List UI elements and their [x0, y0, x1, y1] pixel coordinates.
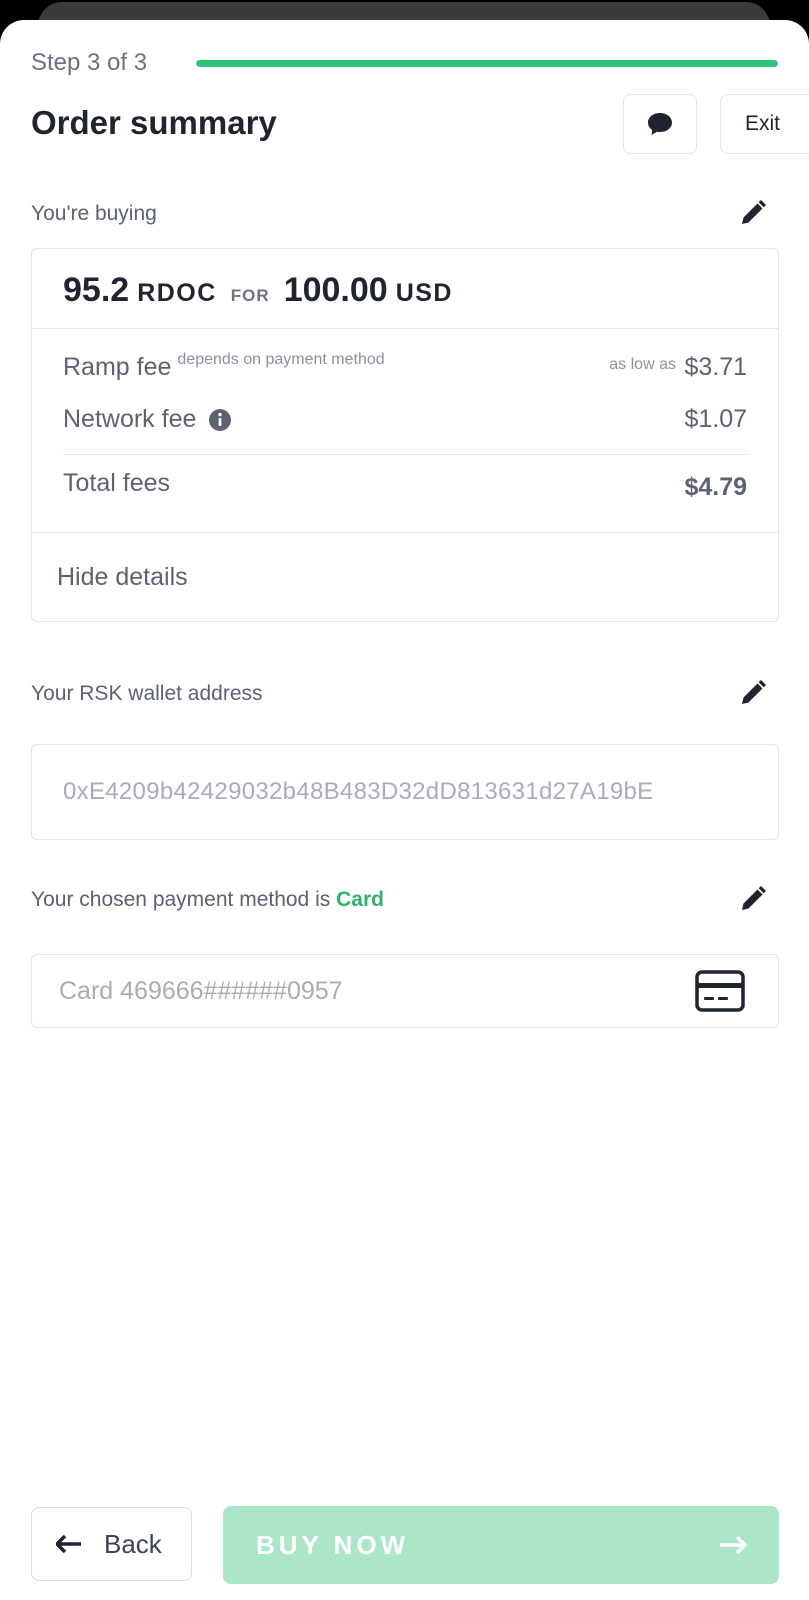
total-fees-row: Total fees $4.79: [63, 469, 747, 501]
fees-breakdown: Ramp fee depends on payment method as lo…: [32, 329, 778, 533]
payment-section-label: Your chosen payment method is Card: [31, 888, 384, 912]
total-fees-value: $4.79: [684, 473, 747, 501]
ramp-fee-note: depends on payment method: [177, 350, 385, 368]
ramp-fee-label: Ramp fee: [63, 353, 172, 381]
edit-payment-icon[interactable]: [738, 884, 768, 914]
buy-now-label: BUY NOW: [256, 1529, 410, 1560]
network-fee-row: Network fee $1.07: [63, 405, 747, 434]
exit-button[interactable]: Exit: [720, 94, 809, 154]
credit-card-icon: [695, 970, 745, 1012]
edit-buying-icon[interactable]: [738, 198, 768, 228]
crypto-currency: RDOC: [137, 279, 217, 307]
wallet-address-field: 0xE4209b42429032b48B483D32dD813631d27A19…: [31, 744, 779, 840]
progress-bar-fill: [196, 59, 778, 67]
buying-section-label: You're buying: [31, 202, 157, 225]
chat-button[interactable]: [623, 94, 697, 154]
wallet-section-label: Your RSK wallet address: [31, 682, 263, 705]
arrow-right-icon: [720, 1535, 747, 1555]
edit-wallet-icon[interactable]: [738, 678, 768, 708]
step-indicator: Step 3 of 3: [31, 48, 778, 78]
purchase-line: 95.2 RDOC FOR 100.00 USD: [32, 249, 778, 329]
fees-divider: [63, 454, 747, 455]
order-summary-sheet: Step 3 of 3 Order summary Exit You're bu…: [0, 20, 809, 1600]
order-details-card: 95.2 RDOC FOR 100.00 USD Ramp fee depend…: [31, 248, 779, 622]
network-fee-value: $1.07: [684, 405, 747, 433]
total-fees-label: Total fees: [63, 469, 171, 497]
step-label: Step 3 of 3: [31, 49, 148, 76]
back-button[interactable]: Back: [31, 1507, 192, 1581]
progress-bar: [196, 59, 778, 67]
card-number: Card 469666######0957: [59, 976, 343, 1005]
info-icon[interactable]: [208, 408, 232, 432]
for-label: FOR: [230, 286, 270, 305]
ramp-fee-value: $3.71: [684, 353, 747, 381]
network-fee-label: Network fee: [63, 405, 197, 433]
arrow-left-icon: [56, 1535, 81, 1553]
hide-details-toggle[interactable]: Hide details: [32, 533, 778, 621]
payment-label-prefix: Your chosen payment method is: [31, 888, 331, 911]
fiat-amount: 100.00: [283, 271, 388, 309]
chat-bubble-icon: [648, 113, 672, 135]
fiat-currency: USD: [395, 279, 453, 307]
payment-method-name: Card: [336, 888, 384, 911]
payment-card-field: Card 469666######0957: [31, 954, 779, 1028]
crypto-amount: 95.2: [63, 271, 130, 309]
back-label: Back: [104, 1528, 162, 1559]
ramp-fee-prefix: as low as: [609, 356, 676, 373]
page-title: Order summary: [31, 104, 277, 141]
ramp-fee-row: Ramp fee depends on payment method as lo…: [63, 350, 747, 382]
buy-now-button[interactable]: BUY NOW: [223, 1506, 779, 1584]
